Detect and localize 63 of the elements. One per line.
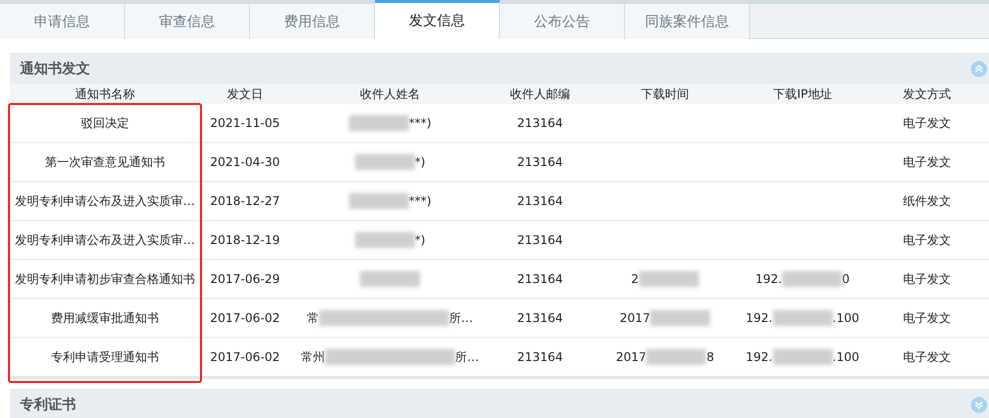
tab[interactable]: 同族案件信息 — [625, 4, 750, 39]
partial-text: .100 — [832, 311, 860, 325]
partial-text: 2 — [631, 272, 639, 286]
partial-text: 192. — [755, 272, 782, 286]
partial-text: 0 — [842, 272, 850, 286]
partial-text: 192. — [746, 350, 772, 364]
table-cell-text: 专利申请受理通知书 — [50, 348, 160, 366]
table-cell-text: 2017-06-29 — [209, 271, 281, 288]
table-cell-text: 驳回决定 — [80, 114, 130, 132]
table-cell-text: 电子发文 — [902, 114, 952, 132]
column-header: 收件人邮编 — [509, 86, 571, 102]
partial-text: ***) — [408, 194, 432, 208]
partial-text: 所… — [455, 348, 479, 366]
partial-text: *) — [414, 155, 426, 169]
partial-text: 8 — [706, 350, 714, 364]
partial-text: .100 — [832, 350, 860, 364]
table-cell-text: 213164 — [516, 154, 564, 171]
table-cell-text: 2021-11-05 — [209, 115, 281, 132]
tab[interactable]: 审查信息 — [125, 4, 250, 39]
table-cell-text: 电子发文 — [902, 310, 952, 326]
partial-text: ***) — [408, 116, 432, 130]
collapse-toggle-icon[interactable] — [971, 397, 987, 413]
table-cell-text: 213164 — [516, 232, 564, 249]
section-title: 专利证书 — [20, 396, 76, 414]
tab[interactable]: 费用信息 — [250, 4, 375, 39]
partial-text: 2017 — [620, 311, 650, 325]
tab[interactable]: 申请信息 — [0, 4, 125, 39]
table-cell-text: 电子发文 — [902, 154, 952, 170]
column-header: 通知书名称 — [74, 86, 136, 102]
tab[interactable]: 公布公告 — [500, 4, 625, 39]
table-cell-text: 发明专利申请初步审查合格通知书 — [14, 270, 196, 288]
table-cell-text: 电子发文 — [902, 270, 952, 288]
collapse-toggle-icon[interactable] — [971, 61, 987, 77]
table-cell-text: 发明专利申请公布及进入实质审… — [14, 192, 196, 210]
column-header: 发文方式 — [902, 86, 952, 102]
column-header: 下载IP地址 — [772, 86, 833, 102]
table-cell-text: 213164 — [516, 193, 564, 210]
table-cell-text: 2017-06-02 — [209, 310, 281, 327]
table-cell-text: 纸件发文 — [902, 192, 952, 210]
partial-text: *) — [414, 233, 426, 247]
table-cell-text: 2018-12-19 — [209, 232, 281, 249]
table-cell-text: 2017-06-02 — [209, 349, 281, 366]
partial-text: 常 — [307, 310, 319, 326]
table-cell-text: 213164 — [516, 310, 564, 327]
section-title: 通知书发文 — [20, 60, 90, 78]
table-cell-text: 第一次审查意见通知书 — [44, 154, 166, 170]
column-header: 发文日 — [226, 86, 264, 102]
table-cell-text: 2021-04-30 — [209, 154, 281, 171]
column-header: 收件人姓名 — [359, 86, 421, 102]
partial-text: 2017 — [616, 350, 646, 364]
partial-text: 192. — [746, 311, 772, 325]
tab[interactable]: 发文信息 — [375, 0, 500, 39]
table-cell-text: 213164 — [516, 115, 564, 132]
table-cell-text: 电子发文 — [902, 348, 952, 366]
table-cell-text: 费用减缓审批通知书 — [50, 310, 160, 326]
partial-text: 所… — [449, 310, 473, 326]
table-cell-text: 213164 — [516, 271, 564, 288]
column-header: 下载时间 — [640, 86, 690, 102]
table-cell-text: 2018-12-27 — [209, 193, 281, 210]
table-cell-text: 发明专利申请公布及进入实质审… — [14, 232, 196, 248]
table-cell-text: 213164 — [516, 349, 564, 366]
partial-text: 常州 — [301, 348, 325, 366]
table-cell-text: 电子发文 — [902, 232, 952, 248]
